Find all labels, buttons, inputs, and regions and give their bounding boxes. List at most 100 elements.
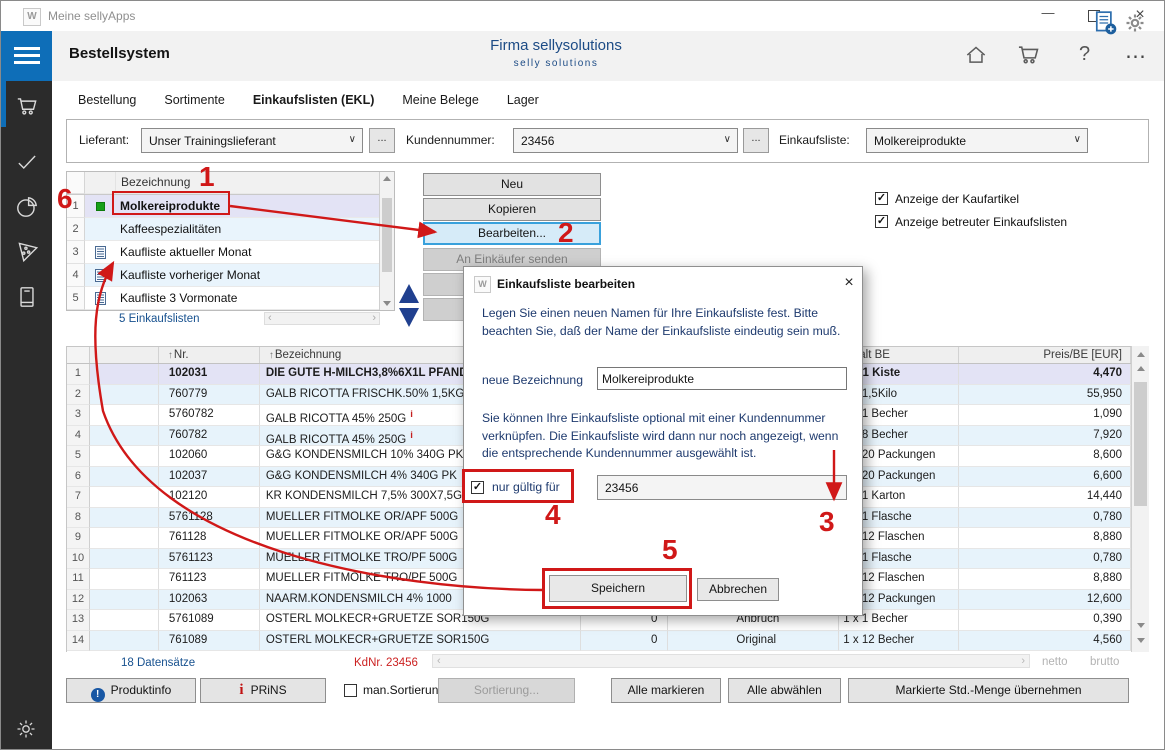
name-input[interactable] — [597, 367, 847, 390]
table-horizontal-scrollbar[interactable]: ‹ › — [432, 654, 1030, 668]
dialog-close-icon[interactable]: × — [838, 272, 860, 294]
info-icon: ! — [91, 688, 105, 702]
manual-sort-checkbox[interactable]: man.Sortierung — [344, 683, 445, 697]
settings-gear-icon[interactable] — [14, 717, 40, 743]
cancel-button[interactable]: Abbrechen — [697, 578, 779, 601]
lieferant-select[interactable]: Unser Trainingslieferant ∨ — [141, 128, 363, 153]
company-header: Firma sellysolutions selly solutions — [431, 37, 681, 69]
sortierung-button[interactable]: Sortierung... — [438, 678, 575, 703]
list-header-row: Bezeichnung — [67, 172, 394, 195]
kundennummer-browse-button[interactable]: ... — [743, 128, 769, 153]
checkbox-icon[interactable]: ✓ — [875, 215, 888, 228]
scroll-right-icon[interactable]: › — [1021, 655, 1025, 667]
chevron-down-icon: ∨ — [724, 134, 731, 145]
checkbox-icon[interactable] — [344, 684, 357, 697]
tab-einkaufslisten-ekl[interactable]: Einkaufslisten (EKL) — [252, 91, 376, 109]
tab-meine-belege[interactable]: Meine Belege — [401, 91, 479, 109]
minimize-button[interactable]: — — [1031, 1, 1065, 30]
cell-nr: 5760782 — [159, 405, 260, 426]
tab-bestellung[interactable]: Bestellung — [77, 91, 137, 109]
tab-bar: Bestellung Sortimente Einkaufslisten (EKL)… — [77, 91, 540, 109]
new-list-icon[interactable] — [1095, 10, 1117, 41]
checkbox-icon[interactable]: ✓ — [471, 481, 484, 494]
list-item[interactable]: 5Kaufliste 3 Vormonate — [67, 287, 394, 310]
chevron-down-icon: ∨ — [833, 481, 840, 492]
list-header-icon-col — [85, 172, 116, 194]
new-button[interactable]: Neu — [423, 173, 601, 196]
checkbox-icon[interactable]: ✓ — [875, 192, 888, 205]
tab-sortimente[interactable]: Sortimente — [163, 91, 225, 109]
prins-button[interactable]: iPRiNS — [200, 678, 326, 703]
save-button[interactable]: Speichern — [549, 575, 687, 602]
more-options-icon[interactable]: ⋯ — [1125, 44, 1147, 69]
produktinfo-button[interactable]: !Produktinfo — [66, 678, 196, 703]
einkaufsliste-select[interactable]: Molkereiprodukte ∨ — [866, 128, 1088, 153]
column-header-nr[interactable]: ↑Nr. — [159, 347, 260, 363]
sidebar-item-check[interactable] — [14, 149, 40, 175]
cell-preis: 14,440 — [959, 487, 1131, 508]
edit-button[interactable]: Bearbeiten... — [423, 222, 601, 245]
row-number: 4 — [67, 264, 85, 287]
lieferant-browse-button[interactable]: ... — [369, 128, 395, 153]
help-icon[interactable]: ? — [1079, 43, 1090, 66]
table-row[interactable]: 14761089OSTERL MOLKECR+GRUETZE SOR150G0O… — [67, 631, 1131, 652]
cell-preis: 6,600 — [959, 467, 1131, 488]
deselect-all-button[interactable]: Alle abwählen — [728, 678, 841, 703]
table-vertical-scrollbar[interactable] — [1131, 346, 1149, 652]
scroll-left-icon[interactable]: ‹ — [437, 655, 441, 667]
apply-std-menge-button[interactable]: Markierte Std.-Menge übernehmen — [848, 678, 1129, 703]
sidebar-item-pizza[interactable] — [14, 238, 40, 264]
list-header-label[interactable]: Bezeichnung — [116, 172, 394, 194]
kundennummer-select[interactable]: 23456 ∨ — [513, 128, 738, 153]
row-icon-cell — [90, 426, 159, 447]
cell-nr: 5761089 — [159, 610, 260, 631]
select-all-button[interactable]: Alle markieren — [611, 678, 721, 703]
sidebar-item-book[interactable] — [14, 284, 40, 310]
home-icon[interactable] — [963, 41, 989, 73]
view-options: ✓Anzeige der Kaufartikel✓Anzeige betreut… — [875, 187, 1067, 233]
view-option-anzeige-der-kaufartikel[interactable]: ✓Anzeige der Kaufartikel — [875, 187, 1067, 210]
copy-button[interactable]: Kopieren — [423, 198, 601, 221]
sidebar-item-cart[interactable] — [14, 93, 40, 119]
scrollbar-thumb[interactable] — [1134, 382, 1147, 506]
list-horizontal-scrollbar[interactable]: ‹ › — [264, 312, 380, 325]
kdnr-label: KdNr. 23456 — [354, 657, 418, 669]
row-number: 10 — [67, 549, 90, 570]
move-down-button[interactable] — [399, 308, 419, 327]
move-up-button[interactable] — [399, 284, 419, 303]
cell-nr: 102063 — [159, 590, 260, 611]
sidebar-item-pie-chart[interactable] — [14, 194, 40, 220]
list-item-label: Molkereiprodukte — [115, 195, 394, 218]
sidebar-active-indicator — [1, 81, 6, 127]
row-number: 4 — [67, 426, 90, 447]
chevron-down-icon: ∨ — [349, 134, 356, 145]
window-title: Meine sellyApps — [48, 9, 135, 23]
scroll-right-icon[interactable]: › — [372, 312, 376, 324]
netto-label[interactable]: netto — [1042, 656, 1068, 668]
tab-lager[interactable]: Lager — [506, 91, 540, 109]
list-item[interactable]: 1Molkereiprodukte — [67, 195, 394, 218]
view-option-anzeige-betreuter-einkaufslisten[interactable]: ✓Anzeige betreuter Einkaufslisten — [875, 210, 1067, 233]
einkaufsliste-value: Molkereiprodukte — [874, 134, 966, 148]
scrollbar-thumb[interactable] — [382, 198, 392, 272]
hamburger-menu-button[interactable] — [1, 31, 52, 81]
list-vertical-scrollbar[interactable] — [379, 172, 394, 310]
scroll-left-icon[interactable]: ‹ — [268, 312, 272, 324]
valid-for-checkbox[interactable]: ✓ nur gültig für — [471, 480, 560, 494]
cell-gebinde: Original — [668, 631, 839, 652]
dialog-kundennummer-select[interactable]: 23456 ∨ — [597, 475, 847, 500]
row-number: 7 — [67, 487, 90, 508]
list-item[interactable]: 3Kaufliste aktueller Monat — [67, 241, 394, 264]
row-number: 13 — [67, 610, 90, 631]
column-header-preis[interactable]: Preis/BE [EUR] — [959, 347, 1131, 363]
brutto-label[interactable]: brutto — [1090, 656, 1119, 668]
cart-icon[interactable] — [1014, 41, 1043, 73]
list-item-label: Kaufliste aktueller Monat — [115, 241, 394, 264]
gear-icon[interactable] — [1123, 11, 1147, 40]
header-gutter — [67, 347, 90, 363]
list-item[interactable]: 2Kaffeespezialitäten — [67, 218, 394, 241]
cell-preis: 8,880 — [959, 569, 1131, 590]
row-number: 12 — [67, 590, 90, 611]
list-item[interactable]: 4Kaufliste vorheriger Monat — [67, 264, 394, 287]
cell-preis: 0,390 — [959, 610, 1131, 631]
